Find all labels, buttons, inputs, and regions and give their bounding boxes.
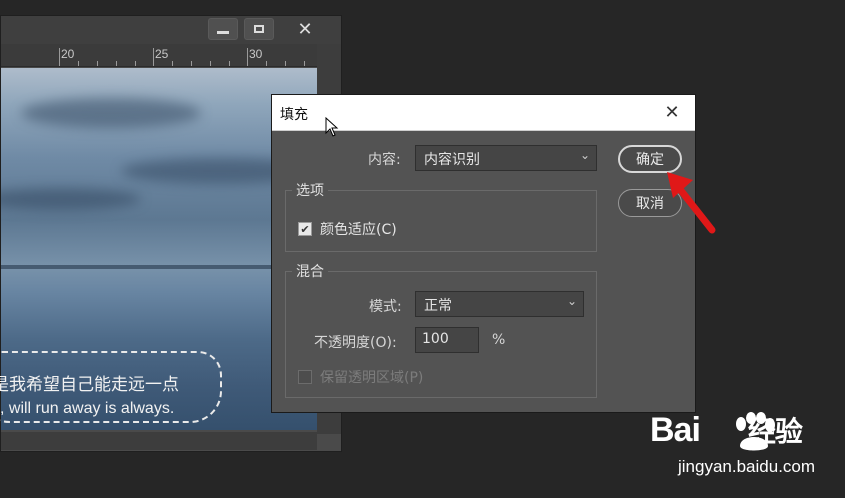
preserve-transparency-checkbox[interactable] [298, 370, 312, 384]
ruler-label-20: 20 [61, 47, 75, 61]
content-select[interactable]: 内容识别 ⌄ [415, 145, 597, 171]
ruler-tick [172, 61, 173, 66]
content-select-value: 内容识别 [424, 152, 480, 168]
close-window-button[interactable]: ✕ [290, 18, 320, 40]
cloud-shape [21, 98, 201, 128]
preserve-transparency-label: 保留透明区域(P) [320, 370, 424, 386]
minimize-button[interactable] [208, 18, 238, 40]
maximize-icon [254, 25, 264, 33]
mode-label: 模式: [369, 299, 402, 315]
overlay-text-english: , will run away is always. [0, 400, 175, 417]
ruler-tick [229, 61, 230, 66]
blend-group: 混合 模式: 正常 ⌄ 不透明度(O): 100 % 保留透明区域(P) [285, 261, 597, 398]
close-icon: ✕ [297, 18, 313, 40]
ruler-tick [266, 61, 267, 66]
blend-group-title: 混合 [292, 261, 328, 281]
minimize-icon [217, 30, 229, 34]
paw-icon [736, 412, 775, 451]
ruler-tick [135, 61, 136, 66]
ruler-tick [59, 48, 60, 66]
checkmark-icon: ✔ [300, 222, 310, 236]
opacity-label: 不透明度(O): [314, 335, 397, 351]
overlay-text-chinese: 是我希望自己能走远一点 [0, 375, 179, 394]
horizontal-scrollbar[interactable] [1, 432, 317, 450]
content-label: 内容: [368, 152, 401, 168]
ruler-tick [116, 61, 117, 66]
cloud-shape [1, 188, 141, 210]
ruler-label-25: 25 [155, 47, 169, 61]
chevron-down-icon: ⌄ [566, 294, 577, 308]
color-adapt-label: 颜色适应(C) [320, 222, 397, 238]
mode-select[interactable]: 正常 ⌄ [415, 291, 584, 317]
dialog-title: 填充 [280, 107, 308, 123]
color-adapt-checkbox[interactable]: ✔ [298, 222, 312, 236]
watermark-logo: Bai 经验 [650, 410, 803, 450]
maximize-button[interactable] [244, 18, 274, 40]
options-group-title: 选项 [292, 180, 328, 200]
watermark-logo-text: Bai [650, 411, 701, 449]
watermark-url: jingyan.baidu.com [678, 457, 816, 476]
mode-select-value: 正常 [424, 298, 452, 314]
ruler-tick [210, 61, 211, 66]
dialog-close-button[interactable]: ✕ [661, 101, 683, 123]
mouse-cursor-icon [325, 117, 339, 137]
horizontal-ruler[interactable]: 20 25 30 [1, 44, 317, 67]
opacity-value: 100 [422, 331, 449, 347]
annotation-arrow-icon [667, 172, 716, 234]
close-icon: ✕ [664, 101, 680, 123]
ruler-tick [304, 61, 305, 66]
ruler-label-30: 30 [249, 47, 263, 61]
chevron-down-icon: ⌄ [579, 148, 590, 162]
ruler-tick [247, 48, 248, 66]
ruler-tick [191, 61, 192, 66]
ruler-tick [285, 61, 286, 66]
cancel-button-label: 取消 [636, 196, 664, 212]
ruler-tick [78, 61, 79, 66]
ruler-tick [97, 61, 98, 66]
opacity-unit: % [492, 332, 506, 348]
fill-dialog: 填充 ✕ 内容: 内容识别 ⌄ 选项 ✔ 颜色适应(C) 混合 模式: 正常 ⌄… [271, 94, 696, 413]
options-group: 选项 ✔ 颜色适应(C) [285, 180, 597, 252]
horizon-line [1, 265, 317, 269]
ruler-tick [153, 48, 154, 66]
ok-button-label: 确定 [636, 152, 664, 168]
opacity-input[interactable]: 100 [415, 327, 479, 353]
document-titlebar: ✕ [1, 16, 341, 44]
